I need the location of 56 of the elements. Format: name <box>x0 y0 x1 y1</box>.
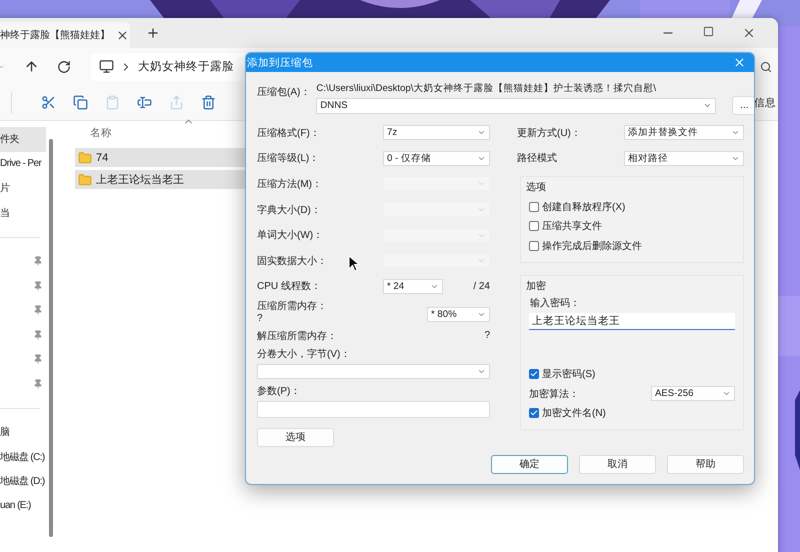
field-label: 解压缩所需内存： <box>257 330 337 343</box>
checkbox-option[interactable]: 显示密码(S) <box>529 364 735 384</box>
field-label: 压缩所需内存： <box>257 300 327 314</box>
sidebar-item[interactable]: 地磁盘 (D:) <box>0 469 46 494</box>
sidebar-item[interactable]: 地磁盘 (C:) <box>0 444 46 469</box>
sidebar-item[interactable]: uan (E:) <box>0 494 46 518</box>
sidebar-item[interactable]: 件夹 <box>0 127 46 152</box>
file-name: 74 <box>96 152 108 164</box>
field-label: 压缩等级(L)： <box>257 152 320 166</box>
memory-value: ? <box>257 313 264 324</box>
memory-value: ? <box>484 330 490 342</box>
dropdown[interactable]: 7z <box>383 125 490 140</box>
dialog-button[interactable]: 取消 <box>579 455 656 474</box>
sidebar-item[interactable]: Drive - Per <box>0 152 46 176</box>
group-title: 选项 <box>526 180 547 194</box>
archive-path: C:\Users\liuxi\Desktop\大奶女神终于露脸【熊猫娃娃】护士装诱惑！揉穴自慰\ <box>316 82 658 95</box>
field-label: 路径模式 <box>517 152 557 166</box>
info-label[interactable]: 信息 <box>754 96 776 110</box>
file-name: 上老王论坛当老王 <box>96 173 184 187</box>
dropdown[interactable]: * 80% <box>427 307 490 322</box>
checkbox-option[interactable]: 加密文件名(N) <box>529 403 735 423</box>
checkbox-option[interactable]: 压缩共享文件 <box>529 216 735 236</box>
dropdown[interactable]: 添加并替换文件 <box>624 125 744 140</box>
field-label: 单词大小(W)： <box>257 228 324 242</box>
sidebar-item[interactable]: 当 <box>0 200 46 225</box>
dialog-title: 添加到压缩包 <box>247 56 313 70</box>
archive-name-field[interactable]: DNNS <box>316 98 716 114</box>
field-label: 参数(P)： <box>257 384 302 398</box>
column-header[interactable]: 名称 <box>90 126 112 140</box>
field-label: 输入密码： <box>530 296 581 310</box>
window-tab[interactable]: 神终于露脸【熊猫娃娃】 <box>0 22 130 48</box>
checkbox-option[interactable]: 操作完成后删除源文件 <box>529 236 735 256</box>
path-segment[interactable]: 大奶女神终于露脸 <box>138 59 234 74</box>
field-label: 分卷大小，字节(V)： <box>257 348 352 362</box>
sidebar-item[interactable]: 片 <box>0 176 46 200</box>
options-button[interactable]: 选项 <box>257 428 334 448</box>
field-label: CPU 线程数： <box>257 280 321 294</box>
thread-total: / 24 <box>473 280 490 292</box>
dialog-button[interactable]: 帮助 <box>667 455 744 474</box>
field-label: 压缩包(A)： <box>257 87 310 99</box>
field-label: 更新方式(U)： <box>517 126 581 140</box>
sidebar-item[interactable]: 脑 <box>0 420 46 444</box>
group-title: 加密 <box>526 280 547 293</box>
field-label: 固实数据大小： <box>257 254 327 268</box>
dialog-button[interactable]: 确定 <box>491 455 568 474</box>
dropdown[interactable]: * 24 <box>383 278 444 294</box>
password-field[interactable]: 上老王论坛当老王 <box>529 312 735 330</box>
dropdown[interactable]: AES-256 <box>651 386 735 402</box>
field-label: 加密算法： <box>529 388 579 401</box>
field-label: 字典大小(D)： <box>257 204 321 217</box>
checkbox-option[interactable]: 创建自释放程序(X) <box>529 197 735 217</box>
field-label: 压缩方法(M)： <box>257 178 322 191</box>
field-label: 压缩格式(F)： <box>257 126 320 140</box>
browse-button[interactable]: ... <box>732 96 754 115</box>
dropdown[interactable]: 相对路径 <box>624 150 744 166</box>
dropdown[interactable]: 0 - 仅存储 <box>383 150 490 166</box>
